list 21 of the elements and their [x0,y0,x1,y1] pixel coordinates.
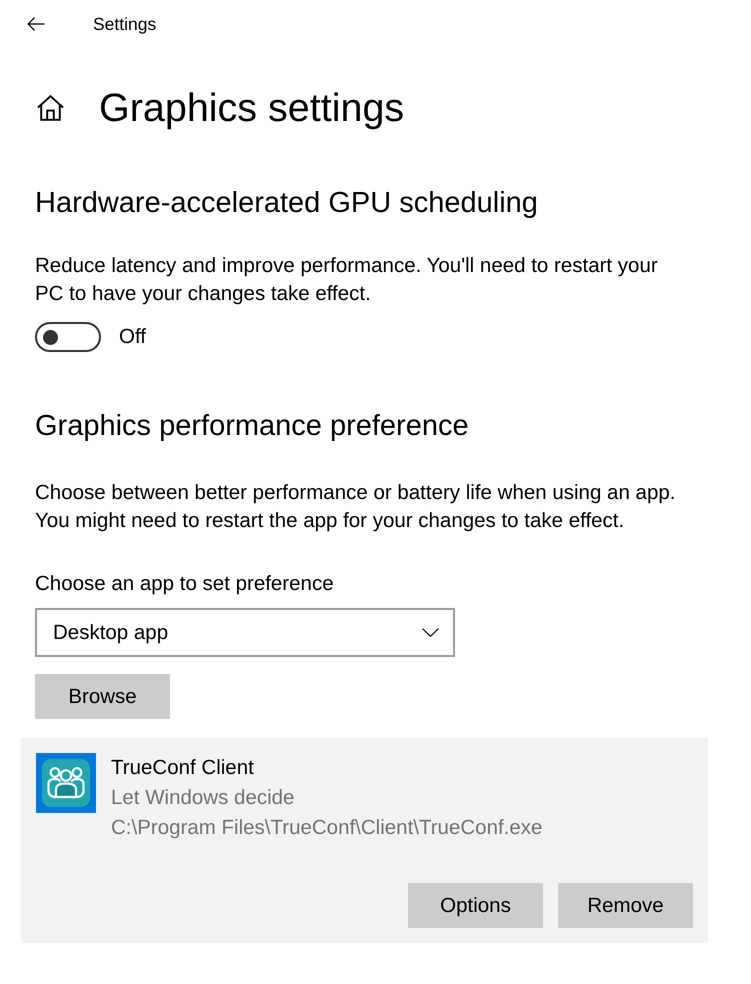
people-group-icon [36,753,96,813]
app-type-dropdown[interactable]: Desktop app [35,608,455,657]
app-name: TrueConf Client [111,755,254,781]
section-heading: Hardware-accelerated GPU scheduling [35,186,539,221]
toggle-state-label: Off [119,324,146,350]
app-list-item[interactable]: TrueConf Client Let Windows decide C:\Program Files\TrueConf\Client\TrueConf.exe Options Remove [21,738,708,943]
section-description: Reduce latency and improve performance. You'll need to restart your PC to have your changes take effect. [35,253,659,307]
app-path: C:\Program Files\TrueConf\Client\TrueConf.exe [111,815,542,841]
options-button[interactable]: Options [408,883,543,928]
home-icon[interactable] [37,95,64,121]
chevron-down-icon [422,628,439,637]
browse-button[interactable]: Browse [35,674,170,719]
window-title: Settings [93,13,156,35]
app-preference-text: Let Windows decide [111,785,294,811]
dropdown-label: Choose an app to set preference [35,571,335,597]
remove-button[interactable]: Remove [558,883,693,928]
page-title: Graphics settings [99,85,404,132]
back-icon[interactable] [27,17,45,31]
toggle-switch[interactable] [35,322,101,352]
section-description: Choose between better performance or battery life when using an app. You might need to restart the app for your changes to take effect. [35,480,676,534]
section-heading: Graphics performance preference [35,409,470,444]
